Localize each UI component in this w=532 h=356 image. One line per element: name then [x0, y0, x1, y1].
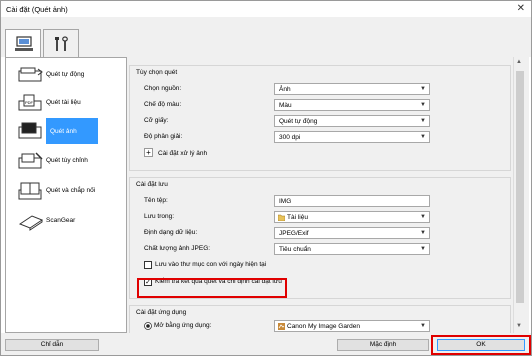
vertical-scrollbar[interactable]: ▲ ▼ [513, 57, 525, 333]
open-with-dropdown[interactable]: Canon My Image Garden ▼ [274, 320, 430, 332]
sidebar-item-label: Quét tự động [46, 71, 85, 78]
computer-icon [15, 36, 33, 51]
scroll-down-icon[interactable]: ▼ [516, 323, 522, 329]
highlight-check-results [137, 278, 287, 298]
photo-scan-icon [18, 122, 42, 139]
chevron-down-icon: ▼ [420, 230, 426, 236]
dropdown-value: Ảnh [279, 86, 291, 93]
save-in-dropdown[interactable]: Tài liệu ▼ [274, 211, 430, 223]
group-title: Cài đặt ứng dụng [136, 309, 187, 316]
settings-window: Cài đặt (Quét ảnh) ✕ Quét tự động PDF Qu… [0, 0, 532, 356]
save-in-label: Lưu trong: [144, 213, 175, 220]
radio-selected-icon[interactable] [144, 322, 152, 330]
sidebar-item-auto-scan[interactable]: Quét tự động [12, 62, 124, 88]
app-icon [278, 323, 285, 330]
paper-size-dropdown[interactable]: Quét tự động ▼ [274, 115, 430, 127]
custom-scan-icon [18, 152, 43, 169]
image-processing-label: Cài đặt xử lý ảnh [158, 150, 208, 157]
sidebar-item-label: ScanGear [46, 217, 76, 224]
chevron-down-icon: ▼ [420, 214, 426, 220]
scangear-icon [18, 215, 44, 231]
window-title: Cài đặt (Quét ảnh) [6, 5, 68, 14]
dropdown-value: Quét tự động [279, 118, 318, 125]
dropdown-value: Tài liệu [287, 214, 308, 221]
stitch-scan-icon [18, 182, 42, 200]
help-button[interactable]: Chỉ dẫn [5, 339, 99, 351]
close-icon[interactable]: ✕ [517, 3, 525, 14]
scrollbar-thumb[interactable] [516, 71, 524, 303]
tools-icon [55, 36, 68, 51]
tab-strip [1, 17, 531, 58]
color-mode-dropdown[interactable]: Màu ▼ [274, 99, 430, 111]
app-settings-group: Cài đặt ứng dụng Mở bằng ứng dụng: Canon… [129, 305, 511, 335]
dropdown-value: Canon My Image Garden [287, 323, 360, 330]
folder-icon [278, 214, 285, 221]
data-format-label: Định dạng dữ liệu: [144, 229, 198, 236]
group-title: Tùy chọn quét [136, 69, 178, 76]
chevron-down-icon: ▼ [420, 323, 426, 329]
sidebar-item-stitch-scan[interactable]: Quét và chắp nối [12, 178, 124, 204]
field-value: IMG [279, 198, 292, 205]
sidebar-item-photo-scan[interactable]: Quét ảnh [12, 118, 124, 144]
subfolder-checkbox-row[interactable]: Lưu vào thư mục con với ngày hiện tại [144, 261, 304, 271]
image-processing-expander[interactable]: + Cài đặt xử lý ảnh [144, 148, 264, 160]
group-title: Cài đặt lưu [136, 181, 168, 188]
dropdown-value: 300 dpi [279, 134, 301, 141]
chevron-down-icon: ▼ [420, 86, 426, 92]
resolution-dropdown[interactable]: 300 dpi ▼ [274, 131, 430, 143]
chevron-down-icon: ▼ [420, 134, 426, 140]
highlight-ok-button [431, 335, 531, 355]
title-bar: Cài đặt (Quét ảnh) ✕ [1, 1, 531, 17]
chevron-down-icon: ▼ [420, 102, 426, 108]
svg-text:PDF: PDF [25, 100, 34, 105]
tab-tools[interactable] [43, 29, 79, 57]
defaults-button[interactable]: Mặc định [337, 339, 429, 351]
auto-scan-icon [18, 67, 43, 82]
sidebar-item-custom-scan[interactable]: Quét tùy chỉnh [12, 148, 124, 174]
file-name-label: Tên tệp: [144, 197, 168, 204]
document-scan-icon: PDF [18, 94, 42, 111]
chevron-down-icon: ▼ [420, 118, 426, 124]
dropdown-value: Tiêu chuẩn [279, 246, 311, 253]
subfolder-label: Lưu vào thư mục con với ngày hiện tại [155, 261, 267, 268]
sidebar-item-label: Quét tùy chỉnh [46, 157, 88, 164]
scan-options-group: Tùy chọn quét Chọn nguồn: Ảnh ▼ Chế độ m… [129, 65, 511, 171]
data-format-dropdown[interactable]: JPEG/Exif ▼ [274, 227, 430, 239]
jpeg-quality-label: Chất lượng ảnh JPEG: [144, 245, 211, 252]
sidebar-item-scangear[interactable]: ScanGear [12, 208, 124, 234]
file-name-field[interactable]: IMG [274, 195, 430, 207]
sidebar-item-label: Quét và chắp nối [46, 187, 96, 194]
color-mode-label: Chế độ màu: [144, 101, 182, 108]
resolution-label: Độ phân giải: [144, 133, 183, 140]
dropdown-value: Màu [279, 102, 292, 109]
scan-mode-list: Quét tự động PDF Quét tài liệu Quét ảnh [5, 57, 127, 333]
sidebar-item-document-scan[interactable]: PDF Quét tài liệu [12, 90, 124, 116]
expand-icon[interactable]: + [144, 148, 153, 157]
select-source-dropdown[interactable]: Ảnh ▼ [274, 83, 430, 95]
open-with-label: Mở bằng ứng dụng: [154, 322, 212, 329]
subfolder-checkbox[interactable] [144, 261, 152, 269]
jpeg-quality-dropdown[interactable]: Tiêu chuẩn ▼ [274, 243, 430, 255]
dropdown-value: JPEG/Exif [279, 230, 309, 237]
chevron-down-icon: ▼ [420, 246, 426, 252]
paper-size-label: Cỡ giấy: [144, 117, 169, 124]
select-source-label: Chọn nguồn: [144, 85, 182, 92]
sidebar-item-label: Quét tài liệu [46, 99, 81, 106]
scroll-up-icon[interactable]: ▲ [516, 59, 522, 65]
tab-computer[interactable] [5, 29, 41, 58]
sidebar-item-label: Quét ảnh [46, 118, 98, 144]
